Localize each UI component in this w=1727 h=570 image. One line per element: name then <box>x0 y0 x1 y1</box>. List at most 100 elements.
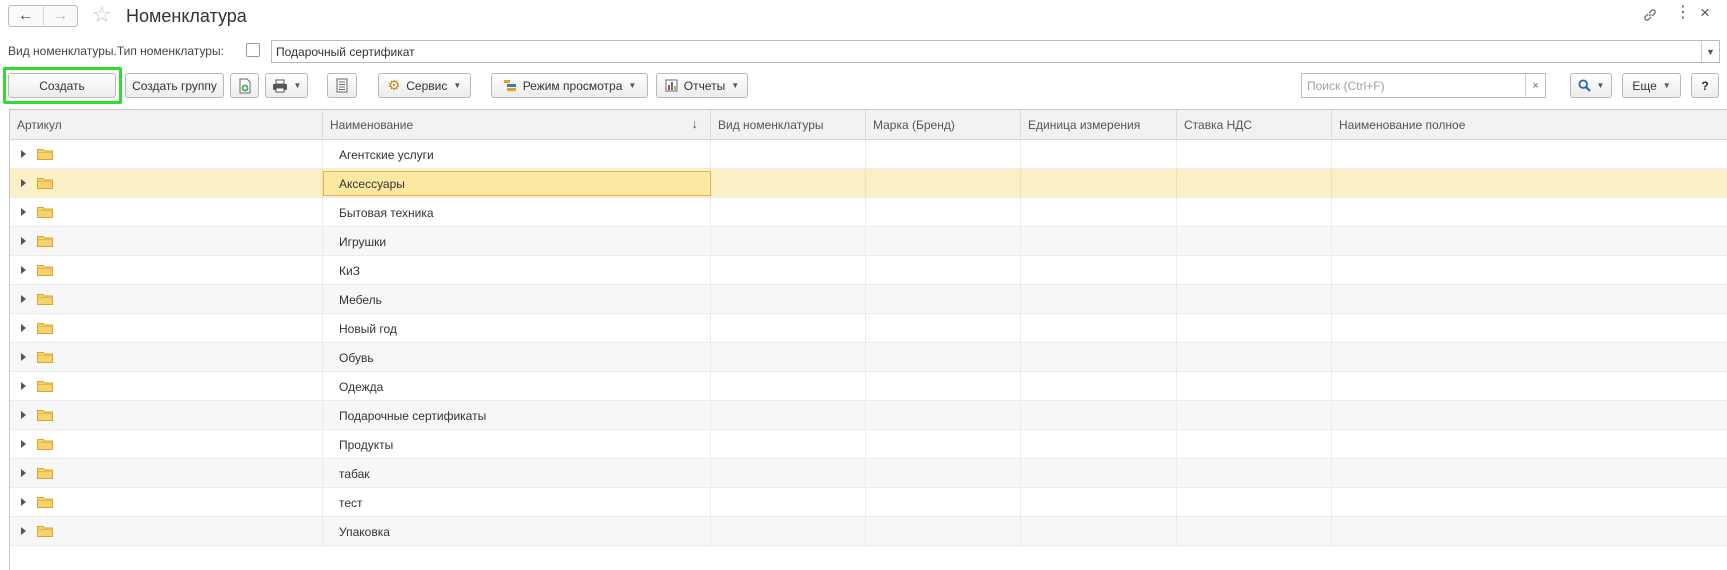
row-name: тест <box>339 496 363 510</box>
table-row[interactable]: КиЗ <box>10 256 1727 285</box>
table-row[interactable]: Бытовая техника <box>10 198 1727 227</box>
expand-arrow-icon[interactable] <box>21 324 26 332</box>
column-header-article[interactable]: Артикул <box>10 110 323 139</box>
table-row[interactable]: Продукты <box>10 430 1727 459</box>
copy-document-icon <box>239 78 250 93</box>
more-button[interactable]: Еще ▼ <box>1622 73 1681 98</box>
table-cell <box>1177 140 1332 169</box>
expand-arrow-icon[interactable] <box>21 527 26 535</box>
table-row[interactable]: Одежда <box>10 372 1727 401</box>
table-cell <box>1177 343 1332 372</box>
filter-select[interactable]: Подарочный сертификат ▼ <box>271 40 1720 63</box>
table-cell <box>1177 459 1332 488</box>
table-cell <box>1021 314 1177 343</box>
list-document-icon <box>336 78 348 93</box>
list-settings-button[interactable] <box>327 73 357 98</box>
help-button[interactable]: ? <box>1691 73 1719 98</box>
table-cell <box>1332 459 1727 488</box>
expand-arrow-icon[interactable] <box>21 237 26 245</box>
favorite-star-icon[interactable]: ☆ <box>92 4 112 26</box>
create-group-button[interactable]: Создать группу <box>125 73 224 98</box>
search-icon <box>1578 79 1591 92</box>
column-header-unit[interactable]: Единица измерения <box>1021 110 1177 139</box>
table-row[interactable]: Упаковка <box>10 517 1727 546</box>
column-header-label: Вид номенклатуры <box>718 118 824 132</box>
table-cell <box>711 459 866 488</box>
expand-arrow-icon[interactable] <box>21 266 26 274</box>
folder-icon <box>37 236 53 247</box>
filter-label: Вид номенклатуры.Тип номенклатуры: <box>8 44 224 58</box>
table-cell <box>866 227 1021 256</box>
expand-arrow-icon[interactable] <box>21 469 26 477</box>
table-cell <box>711 169 866 198</box>
print-button[interactable]: ▼ <box>265 73 308 98</box>
search-input[interactable] <box>1302 74 1526 97</box>
create-button[interactable]: Создать <box>8 73 116 98</box>
table-row[interactable]: Мебель <box>10 285 1727 314</box>
expand-arrow-icon[interactable] <box>21 150 26 158</box>
table-cell <box>10 372 323 401</box>
column-header-vat[interactable]: Ставка НДС <box>1177 110 1332 139</box>
close-icon[interactable]: × <box>1700 4 1710 21</box>
service-button[interactable]: ⚙ Сервис ▼ <box>378 73 471 98</box>
link-icon[interactable] <box>1642 7 1658 26</box>
expand-arrow-icon[interactable] <box>21 295 26 303</box>
table-cell <box>10 517 323 546</box>
view-mode-button[interactable]: Режим просмотра ▼ <box>491 73 648 98</box>
expand-arrow-icon[interactable] <box>21 353 26 361</box>
row-name: Обувь <box>339 351 374 365</box>
more-vertical-icon[interactable]: ⋮ <box>1675 5 1691 21</box>
row-name: табак <box>339 467 370 481</box>
expand-arrow-icon[interactable] <box>21 382 26 390</box>
service-button-label: Сервис <box>406 78 448 93</box>
table-cell <box>1177 169 1332 198</box>
row-name: Бытовая техника <box>339 206 434 220</box>
folder-icon <box>37 410 53 421</box>
column-header-name[interactable]: Наименование ↓ <box>323 110 711 139</box>
table-cell <box>1177 430 1332 459</box>
expand-arrow-icon[interactable] <box>21 440 26 448</box>
table-row[interactable]: Агентские услуги <box>10 140 1727 169</box>
table-cell <box>1021 198 1177 227</box>
table-cell <box>866 198 1021 227</box>
table-cell <box>1021 227 1177 256</box>
column-header-type[interactable]: Вид номенклатуры <box>711 110 866 139</box>
row-name: Игрушки <box>339 235 387 249</box>
column-header-full-name[interactable]: Наименование полное <box>1332 110 1727 139</box>
back-button[interactable]: ← <box>9 6 43 26</box>
folder-icon <box>37 497 53 508</box>
row-name: Упаковка <box>339 525 390 539</box>
table-row[interactable]: Подарочные сертификаты <box>10 401 1727 430</box>
table-row[interactable]: табак <box>10 459 1727 488</box>
table-row[interactable]: Игрушки <box>10 227 1727 256</box>
column-header-brand[interactable]: Марка (Бренд) <box>866 110 1021 139</box>
expand-arrow-icon[interactable] <box>21 179 26 187</box>
reports-button[interactable]: Отчеты ▼ <box>656 73 748 98</box>
table-cell <box>711 372 866 401</box>
column-header-label: Наименование <box>330 118 414 132</box>
expand-arrow-icon[interactable] <box>21 498 26 506</box>
table-cell <box>10 140 323 169</box>
table-row[interactable]: тест <box>10 488 1727 517</box>
table-row[interactable]: Обувь <box>10 343 1727 372</box>
table-row[interactable]: Аксессуары <box>10 169 1727 198</box>
filter-checkbox[interactable] <box>246 43 260 57</box>
table-cell <box>10 430 323 459</box>
search-button[interactable]: ▼ <box>1570 73 1612 98</box>
dropdown-arrow-icon[interactable]: ▼ <box>1701 41 1719 62</box>
table-cell <box>10 169 323 198</box>
copy-button[interactable] <box>230 73 259 98</box>
filter-value: Подарочный сертификат <box>276 45 415 59</box>
table-cell <box>711 227 866 256</box>
table-cell <box>711 285 866 314</box>
expand-arrow-icon[interactable] <box>21 208 26 216</box>
table-row[interactable]: Новый год <box>10 314 1727 343</box>
expand-arrow-icon[interactable] <box>21 411 26 419</box>
clear-icon[interactable]: × <box>1525 74 1545 97</box>
column-header-label: Марка (Бренд) <box>873 118 955 132</box>
table-cell <box>1332 314 1727 343</box>
forward-button[interactable]: → <box>42 6 78 26</box>
table-cell <box>1332 198 1727 227</box>
table-cell <box>1332 343 1727 372</box>
table-cell <box>866 488 1021 517</box>
